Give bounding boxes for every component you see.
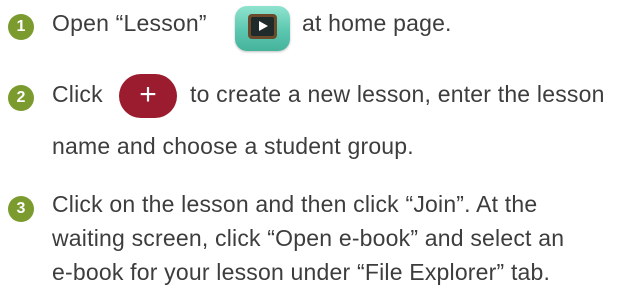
step-text: Click on the lesson and then click “Join… [52, 191, 538, 217]
step-number-badge: 3 [8, 196, 34, 222]
step-text: at home page. [302, 10, 452, 36]
chalkboard-icon [248, 14, 277, 39]
screen-icon [251, 17, 274, 36]
step-text: e-book for your lesson under “File Explo… [52, 259, 551, 285]
lesson-app-icon [235, 6, 290, 51]
play-icon [259, 21, 268, 31]
step-1: 1 Open “Lesson” at home page. [0, 0, 624, 60]
step-3: 3 Click on the lesson and then click “Jo… [0, 188, 624, 298]
step-number-badge: 1 [8, 14, 34, 40]
plus-icon: + [139, 78, 157, 111]
step-number-badge: 2 [8, 85, 34, 111]
step-2: 2 Click + to create a new lesson, enter … [0, 70, 624, 180]
plus-button-icon: + [119, 74, 177, 118]
step-text: name and choose a student group. [52, 133, 414, 159]
step-text: waiting screen, click “Open e-book” and … [52, 225, 565, 251]
step-text: Open “Lesson” [52, 10, 207, 36]
step-text: Click [52, 81, 103, 107]
step-text: to create a new lesson, enter the lesson [190, 81, 605, 107]
